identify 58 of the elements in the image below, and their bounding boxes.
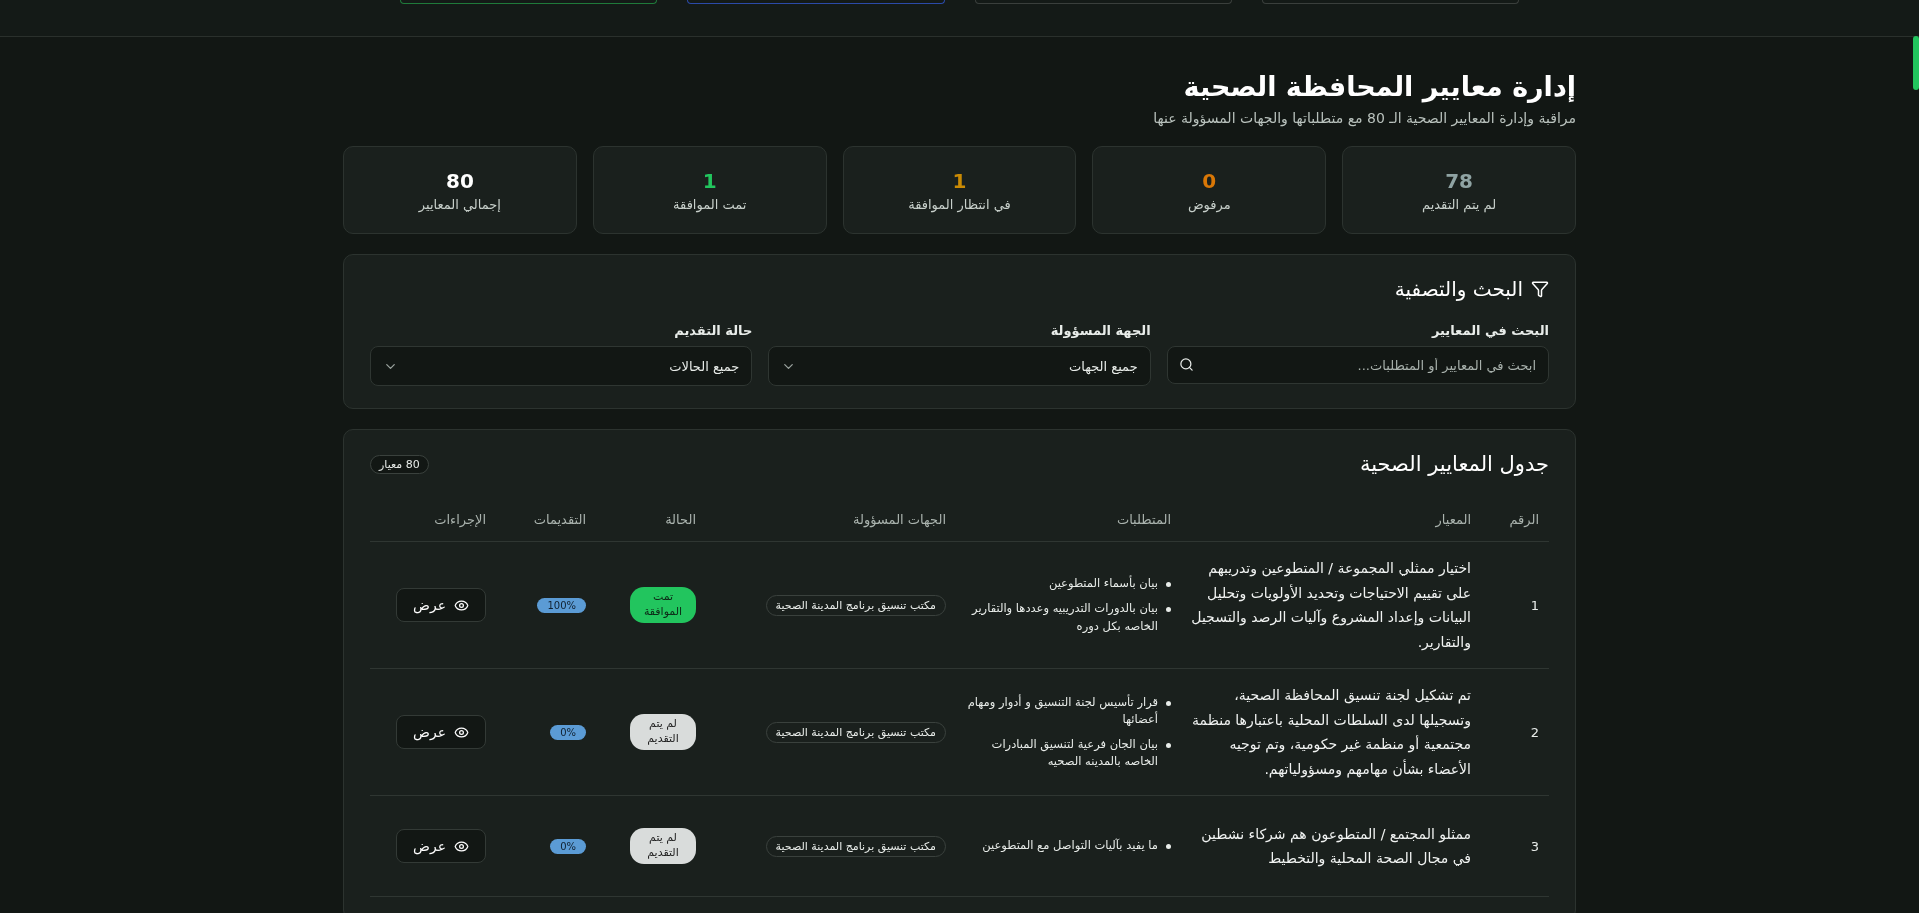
field-label: حالة التقديم [673,323,753,338]
field-label: الجهة المسؤولة [1049,323,1151,338]
page-subtitle: مراقبة وإدارة المعايير الصحية الـ 80 مع متطلباتها والجهات المسؤولة عنها [1152,110,1576,126]
select-dropdown[interactable]: جميع الجهات [768,346,1151,386]
requirement-item: قرار تأسيس لجنة التنسيق و أدوار ومهام أعضائها [966,693,1158,728]
filter-icon [1531,280,1549,298]
status-badge: تمت الموافقة [630,587,696,623]
row-number: 2 [1529,723,1540,742]
view-button[interactable]: عرض [396,829,486,863]
select-dropdown[interactable]: جميع الحالات [370,346,753,386]
stat-value: 80 [446,168,474,193]
bullet-dot [1166,582,1171,588]
stat-label: في انتظار الموافقة [908,196,1011,212]
filter-title: البحث والتصفية [1394,277,1523,301]
stat-value: 0 [1202,168,1217,193]
requirement-item: بيان بأسماء المتطوعين [1048,575,1158,593]
status-badge: لم يتم التقديم [630,714,696,750]
row-number: 3 [1529,837,1540,856]
bullet-dot [1166,700,1171,706]
column-header: الجهات المسؤولة [852,511,947,530]
search-icon [1178,357,1194,372]
submission-badge: 0% [550,839,586,854]
column-header: الحالة [664,511,697,529]
stat-label: لم يتم التقديم [1422,196,1497,212]
criterion-text: اختيار ممثلي المجموعة / المتطوعين وتدريبهم على تقييم الاحتياجات وتحديد الأولويات وتحليل البيانات وإعداد المشروع وآليات الرصد والتسجيل والتقارير. [1190,559,1472,653]
requirement-item: بيان بالدورات التدريبيه وعددها والتقارير الخاصه بكل دوره [970,600,1158,635]
stat-label: مرفوض [1187,196,1231,212]
criterion-text: تم تشكيل لجنة تنسيق المحافظة الصحية، وتسجيلها لدى السلطات المحلية باعتبارها منظمة مجتمعية أو منظمة غير حكومية، وتم توجيه الأعضاء بشأن مهامهم ومسؤولياتهم. [1191,686,1472,780]
row-number: 1 [1529,596,1540,615]
bullet-dot [1166,607,1171,613]
page-title: إدارة معايير المحافظة الصحية [1182,71,1576,102]
view-button[interactable]: عرض [396,715,486,749]
eye-icon [454,724,469,740]
column-header: المتطلبات [1115,511,1172,529]
requirement-item: بيان الجان فرعية لتنسيق المبادرات الخاصه بالمدينه الصحيه [990,736,1158,771]
stat-value: 78 [1445,168,1474,193]
stat-label: إجمالي المعايير [418,196,501,212]
requirement-item: ما يفيد بآليات التواصل مع المتطوعين [982,837,1158,855]
column-header: التقديمات [532,511,587,529]
criterion-text: ممثلو المجتمع / المتطوعون هم شركاء نشطين في مجال الصحة المحلية والتخطيط [1200,824,1472,869]
table-title: جدول المعايير الصحية [1359,452,1549,476]
submission-badge: 100% [537,598,586,613]
bullet-dot [1166,743,1171,748]
stat-value: 1 [702,168,717,193]
eye-icon [454,838,469,854]
column-header: المعيار [1434,511,1472,530]
field-label: البحث في المعايير [1430,323,1549,338]
stat-label: تمت الموافقة [673,196,747,212]
submission-badge: 0% [550,725,586,740]
stat-value: 1 [952,168,967,193]
column-header: الرقم [1508,511,1540,530]
bullet-dot [1166,844,1171,850]
scrollbar-thumb[interactable] [1913,36,1919,90]
status-badge: لم يتم التقديم [630,828,696,864]
count-badge: 80 معيار [370,454,429,474]
column-header: الإجراءات [433,511,487,530]
view-button[interactable]: عرض [396,588,486,622]
eye-icon [454,597,469,613]
